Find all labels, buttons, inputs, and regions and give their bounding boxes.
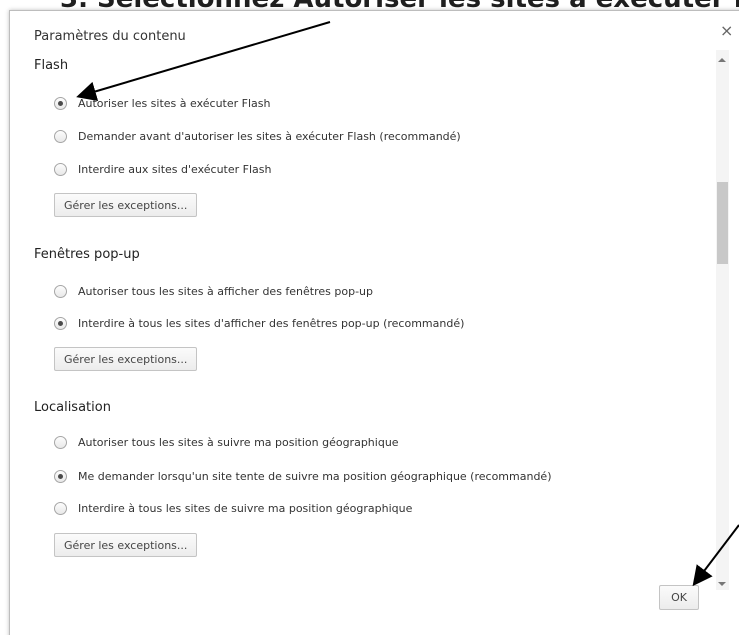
ok-button[interactable]: OK [659,585,699,610]
radio-label: Interdire à tous les sites d'afficher de… [78,316,465,330]
radio-button-checked[interactable] [54,96,67,110]
radio-label: Autoriser tous les sites à suivre ma pos… [78,435,399,449]
radio-label: Interdire aux sites d'exécuter Flash [78,162,272,176]
section-title-popups: Fenêtres pop-up [34,247,140,262]
manage-exceptions-flash-button[interactable]: Gérer les exceptions... [54,193,198,217]
chevron-down-icon[interactable] [718,582,726,586]
radio-option-location-ask[interactable]: Me demander lorsqu'un site tente de suiv… [54,467,552,485]
radio-button[interactable] [54,162,67,176]
screenshot-page: 3. Sélectionnez Autoriser les sites à ex… [0,0,739,635]
section-title-flash: Flash [34,58,69,73]
radio-label: Me demander lorsqu'un site tente de suiv… [78,469,552,483]
scrollbar-thumb[interactable] [717,182,728,264]
section-title-location: Localisation [34,400,111,415]
close-icon[interactable]: × [720,21,733,40]
radio-option-flash-allow[interactable]: Autoriser les sites à exécuter Flash [54,94,270,112]
radio-label: Interdire à tous les sites de suivre ma … [78,501,413,515]
chevron-up-icon[interactable] [718,58,726,62]
vertical-scrollbar[interactable] [716,50,729,590]
radio-option-popups-block[interactable]: Interdire à tous les sites d'afficher de… [54,314,464,332]
radio-button-checked[interactable] [54,469,67,483]
manage-exceptions-location-button[interactable]: Gérer les exceptions... [54,533,198,557]
radio-option-popups-allow[interactable]: Autoriser tous les sites à afficher des … [54,282,373,300]
radio-button[interactable] [54,435,67,449]
radio-option-location-block[interactable]: Interdire à tous les sites de suivre ma … [54,499,412,517]
radio-button[interactable] [54,501,67,515]
radio-button-checked[interactable] [54,316,67,330]
radio-label: Demander avant d'autoriser les sites à e… [78,129,461,143]
radio-label: Autoriser les sites à exécuter Flash [78,96,271,110]
radio-option-flash-block[interactable]: Interdire aux sites d'exécuter Flash [54,160,272,178]
radio-label: Autoriser tous les sites à afficher des … [78,284,374,298]
radio-option-location-allow[interactable]: Autoriser tous les sites à suivre ma pos… [54,433,399,451]
radio-button[interactable] [54,129,67,143]
dialog-title: Paramètres du contenu [34,29,186,44]
radio-button[interactable] [54,284,67,298]
content-settings-dialog: Paramètres du contenu × Flash Autoriser … [9,10,739,635]
radio-option-flash-ask[interactable]: Demander avant d'autoriser les sites à e… [54,127,461,145]
manage-exceptions-popups-button[interactable]: Gérer les exceptions... [54,347,198,371]
